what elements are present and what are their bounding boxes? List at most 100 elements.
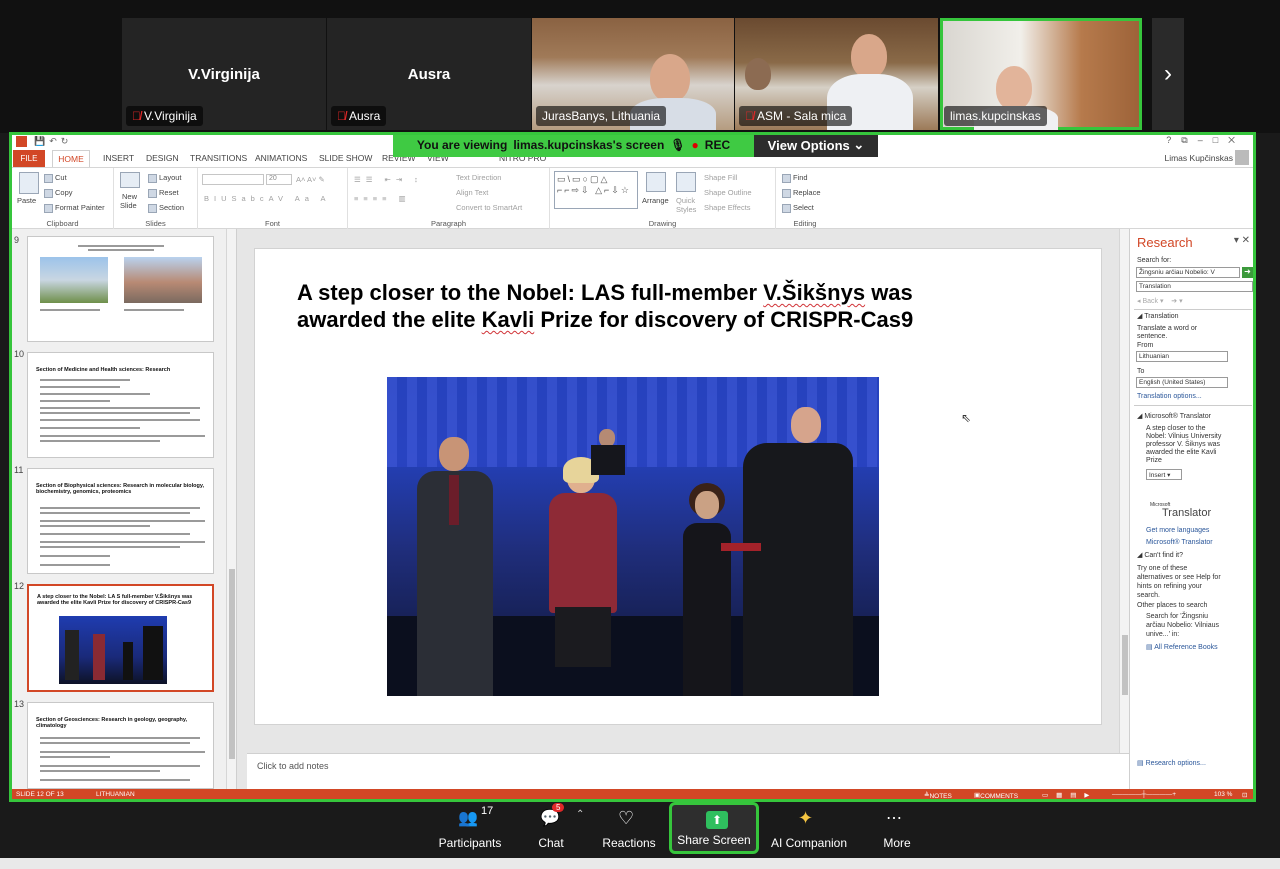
user-avatar[interactable] — [1235, 150, 1249, 165]
slide-thumbnail[interactable]: Section of Medicine and Health sciences:… — [27, 352, 214, 458]
participant-tile[interactable]: V.Virginija 🎙̸ V.Virginija — [122, 18, 326, 130]
chevron-up-icon[interactable]: ⌃ — [576, 809, 584, 820]
cut-button[interactable]: Cut — [44, 173, 67, 183]
translate-hint: sentence. — [1137, 333, 1168, 340]
research-options-link[interactable]: ▤ Research options... — [1137, 759, 1206, 767]
reset-button[interactable]: Reset — [148, 188, 179, 198]
copy-button[interactable]: Copy — [44, 188, 73, 198]
zoom-slider[interactable]: –————┼————+ — [1112, 791, 1176, 798]
close-icon[interactable]: ▾ ✕ — [1234, 235, 1250, 246]
search-for-text: arčiau Nobelio: Vilniaus — [1146, 622, 1220, 629]
layout-button[interactable]: Layout — [148, 173, 182, 183]
paste-button[interactable]: Paste — [17, 196, 36, 205]
to-language-dropdown[interactable]: English (United States) — [1136, 377, 1228, 388]
title-text: CRISPR-Cas9 — [770, 307, 914, 332]
font-size-dropdown[interactable]: 20 — [266, 174, 292, 185]
insert-button[interactable]: Insert ▾ — [1146, 469, 1182, 480]
tab-slide-show[interactable]: SLIDE SHOW — [319, 153, 372, 163]
signed-in-user[interactable]: Limas Kupčinskas — [1164, 153, 1233, 163]
participant-video-tile[interactable]: 🎙̸ ASM - Sala mica — [735, 18, 938, 130]
quick-styles-label[interactable]: Quick — [676, 196, 695, 205]
scrollbar-thumb[interactable] — [229, 569, 235, 759]
paste-icon[interactable] — [19, 172, 39, 194]
slide-thumbnail[interactable]: Section of Biophysical sciences: Researc… — [27, 468, 214, 574]
shape-fill-button[interactable]: Shape Fill — [704, 173, 737, 182]
research-search-input[interactable]: Žingsniu arčiau Nobelio: V — [1136, 267, 1240, 278]
translation-options-link[interactable]: Translation options... — [1137, 393, 1202, 400]
align-text-button[interactable]: Align Text — [456, 188, 488, 197]
translator-logo: Translator — [1162, 507, 1212, 519]
from-language-dropdown[interactable]: Lithuanian — [1136, 351, 1228, 362]
all-reference-books-link[interactable]: ▤ All Reference Books — [1146, 643, 1218, 651]
notes-pane[interactable]: Click to add notes — [247, 753, 1129, 789]
format-painter-button[interactable]: Format Painter — [44, 203, 105, 213]
quick-styles-icon[interactable] — [676, 172, 696, 192]
new-slide-label[interactable]: New — [122, 192, 137, 201]
tab-design[interactable]: DESIGN — [146, 153, 179, 163]
participant-tile[interactable]: Ausra 🎙̸ Ausra — [327, 18, 531, 130]
next-participants-button[interactable]: › — [1152, 18, 1184, 130]
tab-transitions[interactable]: TRANSITIONS — [190, 153, 247, 163]
window-controls[interactable]: ?⧉–□✕ — [1166, 135, 1245, 146]
notes-toggle[interactable]: ≜ NOTES — [924, 791, 952, 799]
thumbnail-scrollbar[interactable] — [226, 229, 236, 789]
tab-insert[interactable]: INSERT — [103, 153, 134, 163]
comments-toggle[interactable]: ▣ COMMENTS — [974, 791, 1018, 799]
new-slide-label-2[interactable]: Slide — [120, 201, 137, 210]
cant-find-header[interactable]: ◢ Can't find it? — [1137, 551, 1183, 559]
section-button[interactable]: Section — [148, 203, 184, 213]
new-slide-icon[interactable] — [120, 172, 140, 188]
back-button[interactable]: ◂ Back ▾ ➔ ▾ — [1137, 297, 1183, 305]
tab-animations[interactable]: ANIMATIONS — [255, 153, 307, 163]
tab-home[interactable]: HOME — [52, 150, 90, 167]
font-size-controls[interactable]: A˄ A˅ ✎ — [296, 175, 325, 184]
slide-thumbnail[interactable]: Section of Geosciences: Research in geol… — [27, 702, 214, 789]
select-button[interactable]: Select — [782, 203, 814, 213]
translation-header[interactable]: ◢ Translation — [1137, 312, 1179, 320]
quick-styles-label-2[interactable]: Styles — [676, 205, 696, 214]
ms-translator-link[interactable]: Microsoft® Translator — [1146, 539, 1213, 546]
fit-slide-icon[interactable]: ⊡ — [1242, 791, 1247, 799]
zoom-level[interactable]: 103 % — [1214, 791, 1232, 798]
participant-video-tile-active[interactable]: limas.kupcinskas — [940, 18, 1142, 130]
convert-smartart-button[interactable]: Convert to SmartArt — [456, 203, 522, 212]
ai-companion-button[interactable]: ✦ AI Companion — [768, 802, 850, 854]
view-mode-buttons[interactable]: ▭▦▤▶ — [1042, 791, 1097, 799]
slide-scrollbar[interactable] — [1119, 229, 1129, 789]
slide-canvas[interactable]: A step closer to the Nobel: LAS full-mem… — [254, 248, 1102, 725]
award-ceremony-photo[interactable] — [387, 377, 879, 696]
list-buttons[interactable]: ☰☰ ⇤⇥ ↕ — [354, 175, 423, 184]
align-buttons[interactable]: ≡≡≡≡ ▥ — [354, 194, 411, 203]
get-more-languages-link[interactable]: Get more languages — [1146, 527, 1209, 534]
scrollbar-thumb[interactable] — [1122, 635, 1128, 695]
slide-number: 11 — [14, 465, 24, 475]
participant-video-tile[interactable]: JurasBanys, Lithuania — [532, 18, 734, 130]
more-button[interactable]: ⋯ More — [874, 802, 920, 854]
taskbar-edge — [0, 858, 1280, 869]
share-screen-button[interactable]: ⬆ Share Screen — [669, 802, 759, 854]
tab-file[interactable]: FILE — [13, 150, 45, 167]
arrange-icon[interactable] — [646, 172, 666, 192]
slide-title[interactable]: A step closer to the Nobel: LAS full-mem… — [297, 279, 1057, 333]
find-button[interactable]: Find — [782, 173, 808, 183]
chat-button[interactable]: 💬 5 Chat — [530, 802, 572, 854]
language-indicator[interactable]: LITHUANIAN — [96, 791, 135, 798]
font-format-buttons[interactable]: BIUSabcAV Aa A — [204, 194, 331, 203]
reactions-button[interactable]: ♡ Reactions — [600, 802, 658, 854]
replace-button[interactable]: Replace — [782, 188, 821, 198]
shape-effects-button[interactable]: Shape Effects — [704, 203, 751, 212]
person-jacket — [549, 493, 617, 613]
shapes-gallery[interactable]: ▭\▭○▢△ ⌐⌐⇨⇩ △⌐⇩☆ — [554, 171, 638, 209]
participants-button[interactable]: 👥 17 Participants — [436, 802, 504, 854]
slide-thumbnail[interactable] — [27, 236, 214, 342]
ms-translator-header[interactable]: ◢ Microsoft® Translator — [1137, 412, 1211, 420]
search-go-icon[interactable]: ➜ — [1242, 267, 1253, 278]
slide-thumbnail-selected[interactable]: A step closer to the Nobel: LA S full-me… — [27, 584, 214, 692]
shape-outline-button[interactable]: Shape Outline — [704, 188, 752, 197]
text-direction-button[interactable]: Text Direction — [456, 173, 501, 182]
research-service-dropdown[interactable]: Translation — [1136, 281, 1253, 292]
quick-access-toolbar[interactable]: 💾↶↻ — [34, 136, 72, 147]
font-family-dropdown[interactable] — [202, 174, 264, 185]
arrange-button[interactable]: Arrange — [642, 196, 669, 205]
view-options-button[interactable]: View Options ⌄ — [754, 135, 878, 157]
